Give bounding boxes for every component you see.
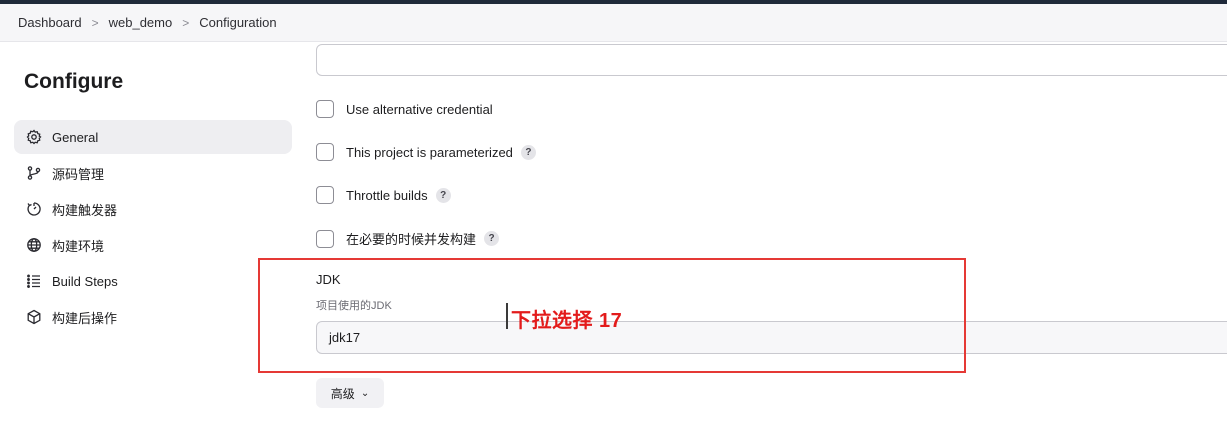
breadcrumb-web-demo[interactable]: web_demo xyxy=(109,13,173,32)
concurrent-builds-checkbox[interactable] xyxy=(316,229,334,248)
breadcrumb-configuration[interactable]: Configuration xyxy=(199,13,276,32)
advanced-label: 高级 xyxy=(330,386,355,401)
option-label: 在必要的时候并发构建 xyxy=(346,232,477,247)
help-icon[interactable]: ? xyxy=(520,144,536,160)
sidebar-item-label: General xyxy=(52,129,99,145)
sidebar-item-post-build[interactable]: 构建后操作 xyxy=(14,300,292,334)
option-throttle-builds[interactable]: Throttle builds ? xyxy=(316,186,451,204)
sidebar-item-label: 构建触发器 xyxy=(52,202,118,218)
sidebar-item-general[interactable]: General xyxy=(14,120,292,154)
breadcrumb-separator: > xyxy=(91,15,99,30)
sidebar-item-build-environment[interactable]: 构建环境 xyxy=(14,228,292,262)
gear-icon xyxy=(26,129,42,145)
annotation-text: 下拉选择 17 xyxy=(511,310,623,332)
parameterized-checkbox[interactable] xyxy=(316,143,334,161)
text-cursor xyxy=(506,303,508,329)
breadcrumb-dashboard[interactable]: Dashboard xyxy=(18,13,82,32)
help-icon[interactable]: ? xyxy=(484,231,500,246)
use-alternative-credential-checkbox[interactable] xyxy=(316,100,334,118)
sidebar-item-label: 构建环境 xyxy=(52,238,105,254)
sidebar-item-label: Build Steps xyxy=(52,273,118,289)
option-label: Use alternative credential xyxy=(346,101,493,117)
globe-icon xyxy=(26,237,42,253)
advanced-button[interactable]: 高级 ⌄ xyxy=(316,378,384,408)
cube-icon xyxy=(26,309,42,325)
sidebar-item-source-control[interactable]: 源码管理 xyxy=(14,156,292,190)
timer-icon xyxy=(26,201,42,217)
throttle-builds-checkbox[interactable] xyxy=(316,186,334,204)
sidebar-item-label: 源码管理 xyxy=(52,166,105,182)
page-title: Configure xyxy=(24,70,124,93)
option-label: This project is parameterized xyxy=(346,144,513,160)
chevron-down-icon: ⌄ xyxy=(360,387,370,399)
help-icon[interactable]: ? xyxy=(435,187,451,203)
list-icon xyxy=(26,273,42,289)
breadcrumb: Dashboard > web_demo > Configuration xyxy=(0,4,1227,42)
sidebar-item-build-steps[interactable]: Build Steps xyxy=(14,264,292,298)
option-label: Throttle builds xyxy=(346,187,428,203)
option-use-alternative-credential[interactable]: Use alternative credential xyxy=(316,100,493,118)
breadcrumb-separator: > xyxy=(182,15,190,30)
option-parameterized[interactable]: This project is parameterized ? xyxy=(316,143,536,161)
option-concurrent-builds[interactable]: 在必要的时候并发构建 ? xyxy=(316,229,500,248)
sidebar-item-build-triggers[interactable]: 构建触发器 xyxy=(14,192,292,226)
credential-text-field[interactable] xyxy=(316,44,1227,76)
sidebar: Configure General 源码管理 构建触发器 构建环境 Build … xyxy=(0,42,300,425)
sidebar-item-label: 构建后操作 xyxy=(52,310,118,326)
branch-icon xyxy=(26,165,42,181)
